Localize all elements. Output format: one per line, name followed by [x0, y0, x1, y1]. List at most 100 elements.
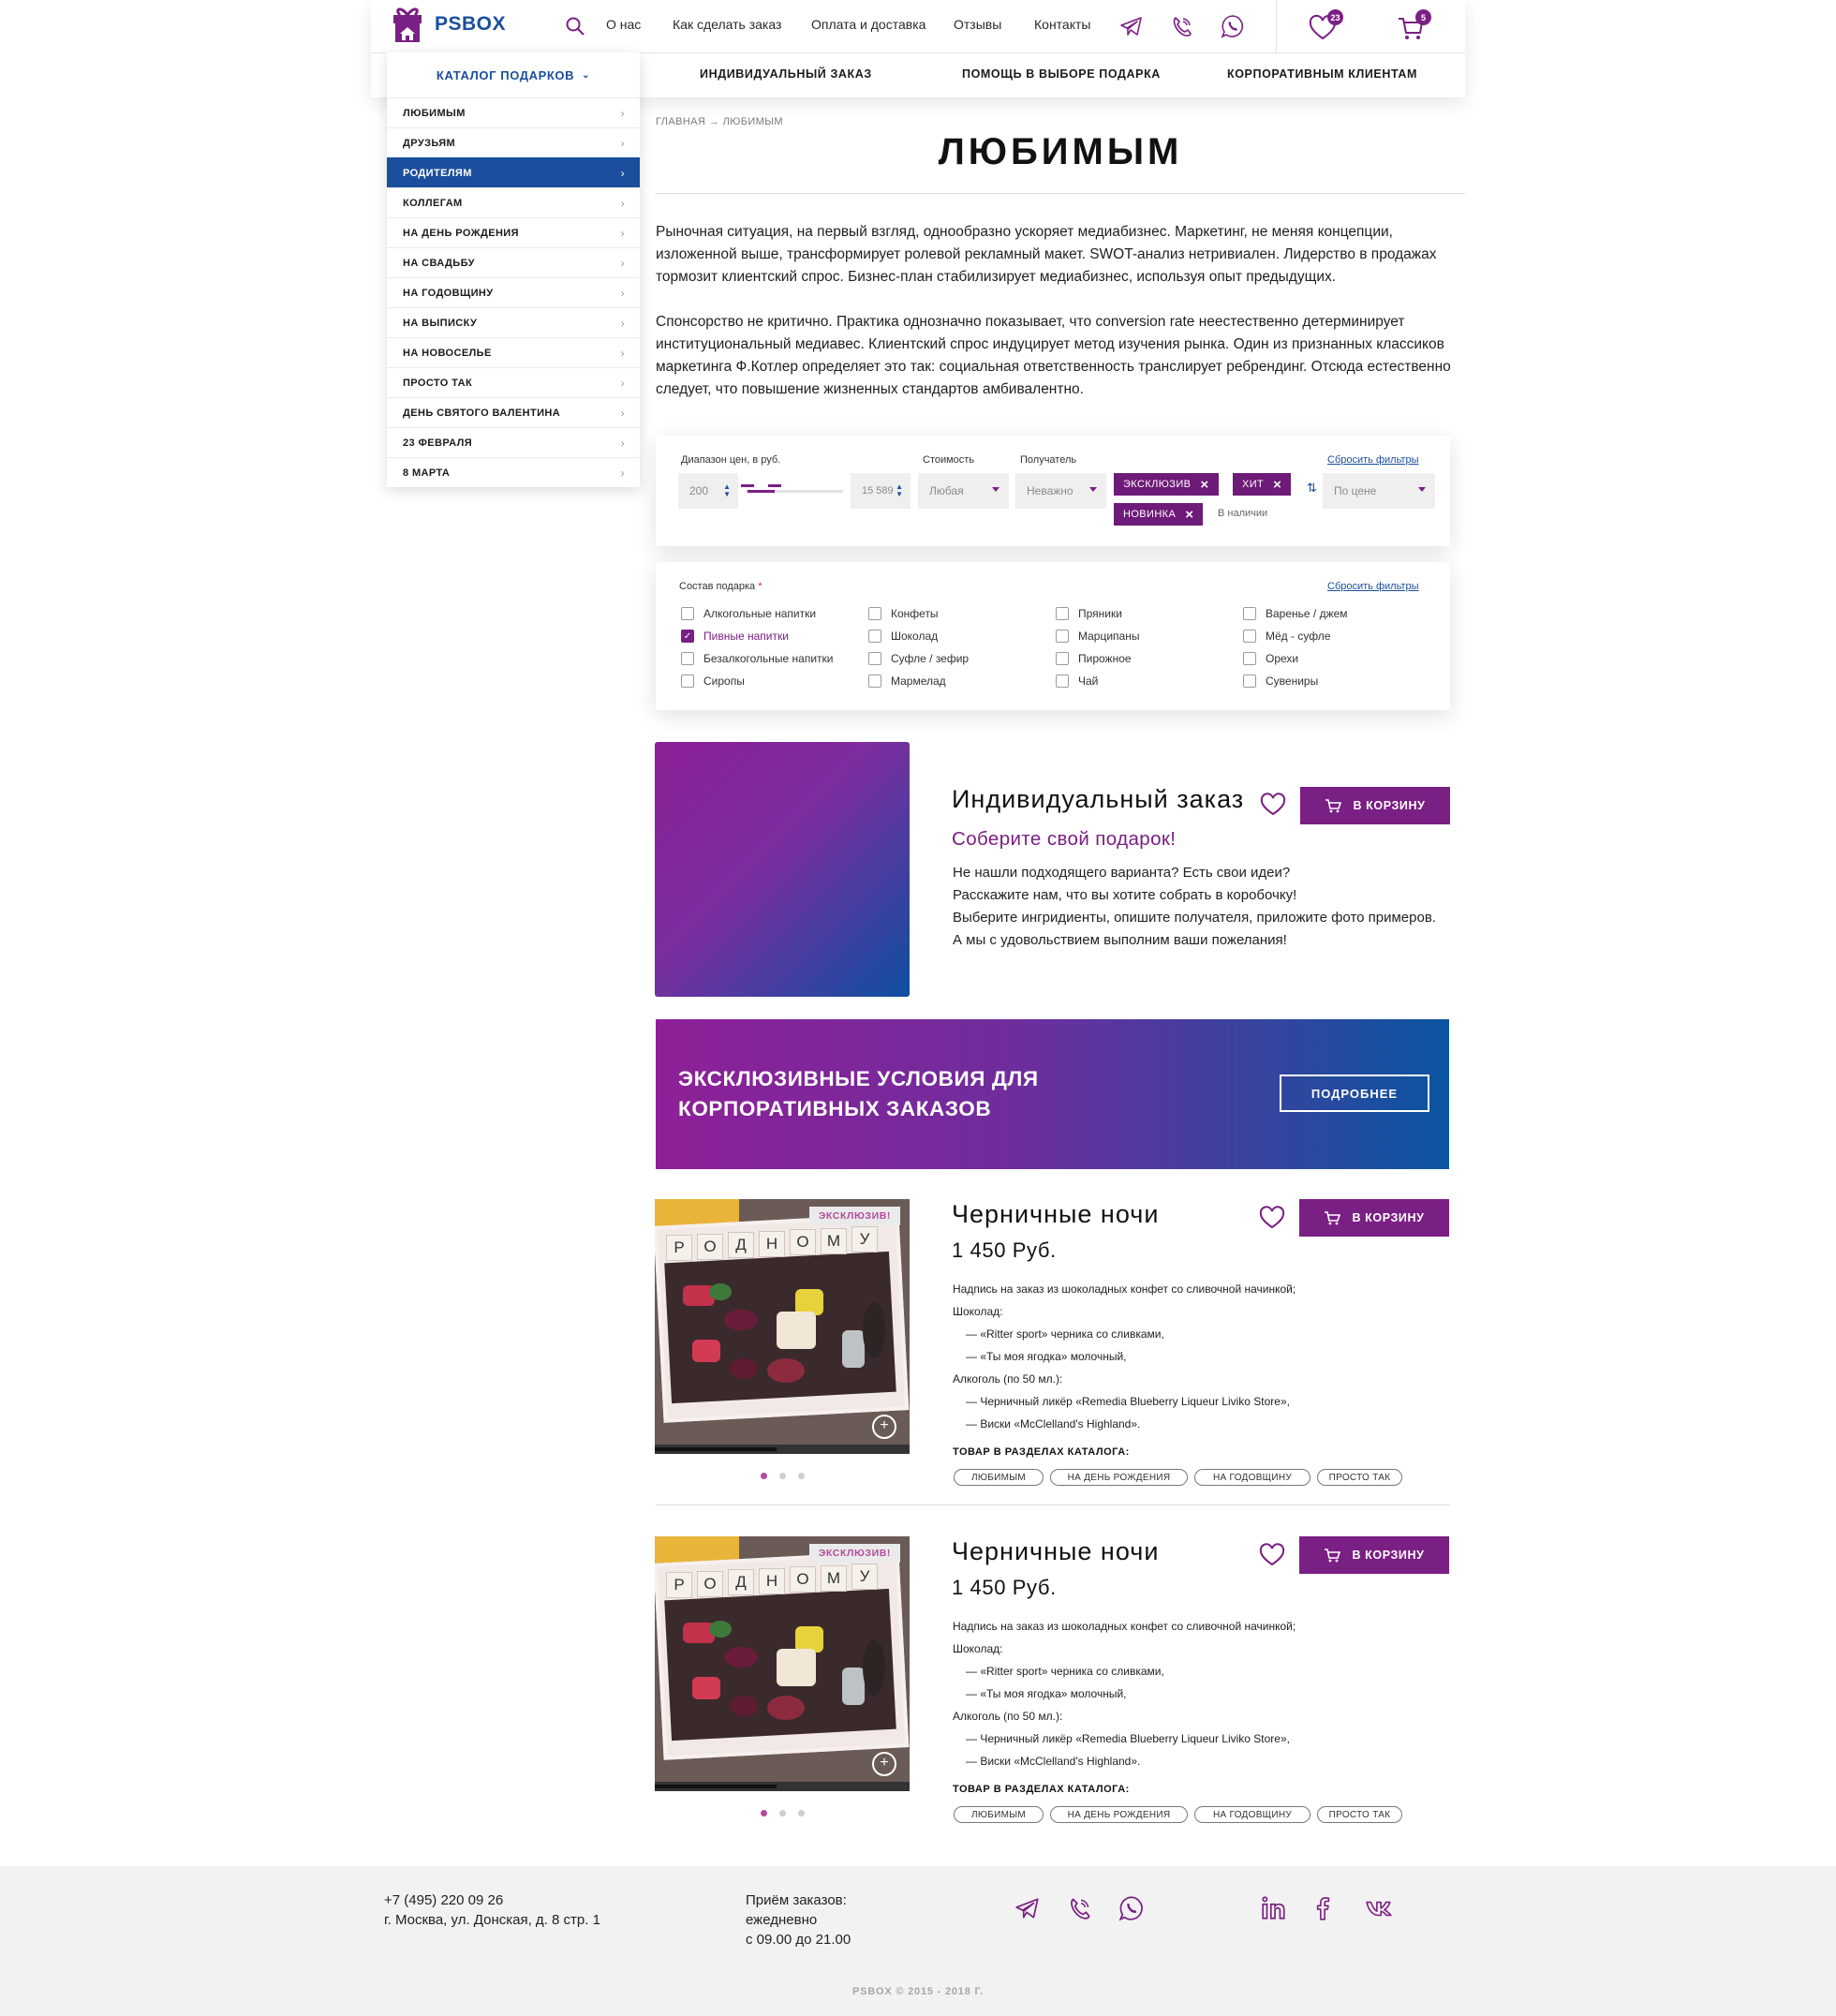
- composition-checkbox[interactable]: Мармелад: [868, 674, 946, 688]
- catalog-item[interactable]: На свадьбу ›: [387, 247, 640, 277]
- custom-order-cart-button[interactable]: В корзину: [1300, 787, 1450, 824]
- carousel-dot[interactable]: [761, 1810, 767, 1816]
- search-icon[interactable]: [564, 15, 586, 37]
- breadcrumb-home[interactable]: Главная: [656, 116, 705, 127]
- composition-checkbox[interactable]: Алкогольные напитки: [681, 607, 816, 620]
- catalog-tag[interactable]: На день рождения: [1050, 1806, 1188, 1823]
- telegram-icon[interactable]: [1118, 13, 1145, 39]
- nav-how-to-order[interactable]: Как сделать заказ: [673, 17, 781, 32]
- composition-checkbox[interactable]: Пряники: [1056, 607, 1122, 620]
- footer-phone[interactable]: +7 (495) 220 09 26: [384, 1890, 600, 1910]
- catalog-item[interactable]: 8 марта ›: [387, 457, 640, 487]
- composition-checkbox[interactable]: Безалкогольные напитки: [681, 652, 834, 665]
- catalog-item[interactable]: Любимым ›: [387, 97, 640, 127]
- linkedin-icon[interactable]: [1260, 1894, 1288, 1922]
- composition-checkbox[interactable]: Марципаны: [1056, 630, 1139, 643]
- composition-checkbox[interactable]: ✓ Пивные напитки: [681, 630, 789, 643]
- price-min-input[interactable]: 200 ▲ ▼: [678, 473, 738, 509]
- carousel-dot[interactable]: [761, 1473, 767, 1479]
- sort-select[interactable]: По цене: [1323, 473, 1435, 509]
- composition-checkbox[interactable]: Чай: [1056, 674, 1098, 688]
- composition-checkbox[interactable]: Шоколад: [868, 630, 938, 643]
- close-icon[interactable]: ×: [1200, 478, 1208, 492]
- composition-checkbox[interactable]: Конфеты: [868, 607, 939, 620]
- cost-select[interactable]: Любая: [918, 473, 1009, 509]
- composition-checkbox[interactable]: Сувениры: [1243, 674, 1318, 688]
- composition-checkbox[interactable]: Орехи: [1243, 652, 1298, 665]
- reset-filters-link[interactable]: Сбросить фильтры: [1327, 454, 1419, 466]
- heart-icon[interactable]: [1260, 793, 1286, 817]
- composition-checkbox[interactable]: Суфле / зефир: [868, 652, 969, 665]
- nav-contacts[interactable]: Контакты: [1034, 17, 1090, 32]
- in-stock-label[interactable]: В наличии: [1218, 508, 1267, 519]
- carousel-dot[interactable]: [798, 1810, 805, 1816]
- recipient-select[interactable]: Неважно: [1015, 473, 1106, 509]
- logo[interactable]: PSBOX: [392, 4, 506, 45]
- catalog-tag[interactable]: Просто так: [1317, 1806, 1402, 1823]
- viber-icon[interactable]: [1169, 13, 1195, 39]
- whatsapp-icon[interactable]: [1220, 13, 1246, 39]
- carousel-dot[interactable]: [779, 1810, 786, 1816]
- price-slider-handle[interactable]: [741, 484, 755, 487]
- nav-about[interactable]: О нас: [606, 17, 641, 32]
- stepper-arrows-icon[interactable]: ▲ ▼: [896, 483, 903, 498]
- catalog-item[interactable]: На выписку ›: [387, 307, 640, 337]
- catalog-item[interactable]: Родителям ›: [387, 157, 640, 187]
- heart-icon[interactable]: [1259, 1543, 1285, 1567]
- catalog-item[interactable]: День святого Валентина ›: [387, 397, 640, 427]
- catalog-item[interactable]: На новоселье ›: [387, 337, 640, 367]
- price-slider-handle[interactable]: [768, 484, 782, 487]
- composition-checkbox[interactable]: Сиропы: [681, 674, 745, 688]
- telegram-icon[interactable]: [1014, 1894, 1042, 1922]
- add-to-cart-button[interactable]: В корзину: [1299, 1536, 1449, 1574]
- price-slider-track[interactable]: [741, 484, 843, 493]
- chip-exclusive[interactable]: Эксклюзив ×: [1114, 473, 1219, 496]
- subnav-corporate[interactable]: Корпоративным клиентам: [1227, 67, 1417, 81]
- catalog-tag[interactable]: Любимым: [954, 1469, 1044, 1486]
- zoom-icon[interactable]: +: [872, 1752, 896, 1776]
- viber-icon[interactable]: [1066, 1894, 1094, 1922]
- product-image[interactable]: Р О Д Н О М У + Эксклюзив!: [655, 1536, 910, 1791]
- composition-checkbox[interactable]: Мёд - суфле: [1243, 630, 1331, 643]
- nav-payment-delivery[interactable]: Оплата и доставка: [811, 17, 925, 32]
- catalog-item[interactable]: На день рождения ›: [387, 217, 640, 247]
- favorites-button[interactable]: 23: [1308, 9, 1343, 43]
- zoom-icon[interactable]: +: [872, 1415, 896, 1439]
- stepper-arrows-icon[interactable]: ▲ ▼: [723, 483, 731, 498]
- catalog-item[interactable]: Коллегам ›: [387, 187, 640, 217]
- vk-icon[interactable]: [1365, 1894, 1393, 1922]
- banner-more-button[interactable]: Подробнее: [1280, 1075, 1429, 1112]
- facebook-icon[interactable]: [1309, 1894, 1337, 1922]
- carousel-dot[interactable]: [779, 1473, 786, 1479]
- catalog-item[interactable]: Просто так ›: [387, 367, 640, 397]
- add-to-cart-button[interactable]: В корзину: [1299, 1199, 1449, 1237]
- catalog-tag[interactable]: На годовщину: [1194, 1806, 1310, 1823]
- heart-icon[interactable]: [1259, 1206, 1285, 1230]
- cart-button[interactable]: 5: [1396, 9, 1431, 43]
- chip-hit[interactable]: Хит ×: [1233, 473, 1292, 496]
- close-icon[interactable]: ×: [1185, 508, 1193, 522]
- whatsapp-icon[interactable]: [1118, 1894, 1146, 1922]
- reset-composition-link[interactable]: Сбросить фильтры: [1327, 581, 1419, 592]
- close-icon[interactable]: ×: [1273, 478, 1281, 492]
- sort-direction-icon[interactable]: ⇅: [1307, 481, 1317, 496]
- nav-reviews[interactable]: Отзывы: [954, 17, 1001, 32]
- catalog-tag[interactable]: Просто так: [1317, 1469, 1402, 1486]
- catalog-tag[interactable]: Любимым: [954, 1806, 1044, 1823]
- subnav-individual-order[interactable]: Индивидуальный заказ: [700, 67, 872, 81]
- product-title[interactable]: Черничные ночи: [952, 1537, 1159, 1566]
- catalog-tag[interactable]: На день рождения: [1050, 1469, 1188, 1486]
- product-title[interactable]: Черничные ночи: [952, 1200, 1159, 1229]
- product-image[interactable]: Р О Д Н О М У + Эксклюзив!: [655, 1199, 910, 1454]
- catalog-item[interactable]: Друзьям ›: [387, 127, 640, 157]
- catalog-item[interactable]: 23 февраля ›: [387, 427, 640, 457]
- catalog-toggle[interactable]: Каталог подарков ⌄: [387, 52, 640, 97]
- chip-new[interactable]: Новинка ×: [1114, 503, 1204, 526]
- composition-checkbox[interactable]: Пирожное: [1056, 652, 1132, 665]
- catalog-item[interactable]: На годовщину ›: [387, 277, 640, 307]
- subnav-gift-help[interactable]: Помощь в выборе подарка: [962, 67, 1161, 81]
- carousel-dot[interactable]: [798, 1473, 805, 1479]
- composition-checkbox[interactable]: Варенье / джем: [1243, 607, 1348, 620]
- price-max-input[interactable]: 15 589 ▲ ▼: [851, 473, 911, 509]
- catalog-tag[interactable]: На годовщину: [1194, 1469, 1310, 1486]
